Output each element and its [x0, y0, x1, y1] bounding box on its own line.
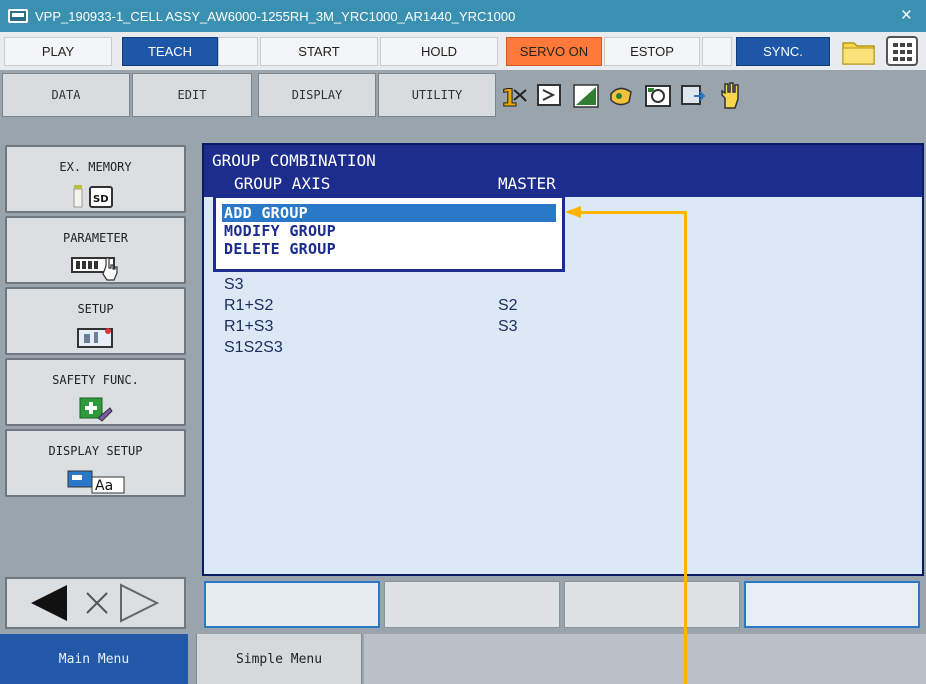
- callout-arrow-line: [580, 211, 687, 214]
- group-axis-cell[interactable]: R1+S2: [224, 297, 273, 315]
- simple-menu-tab[interactable]: Simple Menu: [196, 634, 362, 684]
- svg-text:Aa: Aa: [95, 478, 113, 494]
- safety-icon: [79, 397, 113, 422]
- data-menu[interactable]: DATA: [2, 73, 130, 117]
- next-arrow-icon[interactable]: [120, 583, 160, 623]
- parameter-button[interactable]: PARAMETER: [5, 216, 186, 284]
- status-box: [384, 581, 560, 628]
- safety-func-label: SAFETY FUNC.: [52, 373, 139, 387]
- hold-button[interactable]: HOLD: [380, 37, 498, 66]
- parameter-icon: [70, 257, 118, 281]
- status-box: [744, 581, 920, 628]
- status-box: [204, 581, 380, 628]
- keypad-icon[interactable]: [886, 36, 918, 66]
- popup-item-modify-group[interactable]: MODIFY GROUP: [224, 222, 336, 240]
- left-menu: EX. MEMORY SD PARAMETER SETUP SAFETY FUN…: [0, 140, 200, 634]
- coordinate-icon: [537, 84, 561, 106]
- group-axis-cell[interactable]: S1S2S3: [224, 339, 283, 357]
- mode-bar: PLAY TEACH START HOLD SERVO ON ESTOP SYN…: [0, 32, 926, 70]
- title-bar: VPP_190933-1_CELL ASSY_AW6000-1255RH_3M_…: [0, 0, 926, 32]
- play-button[interactable]: PLAY: [4, 37, 112, 66]
- group-axis-cell[interactable]: S3: [224, 276, 244, 294]
- folder-icon[interactable]: [842, 38, 876, 66]
- tool-icon: [610, 87, 632, 106]
- display-setup-label: DISPLAY SETUP: [48, 444, 143, 458]
- popup-item-delete-group[interactable]: DELETE GROUP: [224, 240, 336, 258]
- nav-arrows: [5, 577, 186, 629]
- ex-memory-label: EX. MEMORY: [59, 160, 132, 174]
- popup-menu: ADD GROUP MODIFY GROUP DELETE GROUP: [213, 195, 565, 272]
- axis-icon: 1: [501, 84, 527, 110]
- group-axis-cell[interactable]: R1+S3: [224, 318, 273, 336]
- display-setup-icon: Aa: [67, 470, 124, 494]
- frame-icon: [645, 85, 671, 107]
- main-menu-tab[interactable]: Main Menu: [0, 634, 188, 684]
- prev-arrow-icon[interactable]: [31, 585, 67, 621]
- teach-button[interactable]: TEACH: [122, 37, 218, 66]
- setup-button[interactable]: SETUP: [5, 287, 186, 355]
- setup-label: SETUP: [77, 302, 114, 316]
- nav-arrow-group: [31, 583, 160, 623]
- bottom-tab-bar: Main Menu Simple Menu: [0, 634, 926, 684]
- parameter-label: PARAMETER: [62, 231, 129, 245]
- close-button[interactable]: ×: [901, 5, 912, 27]
- setup-icon: [76, 328, 113, 348]
- master-cell[interactable]: S2: [498, 297, 518, 315]
- window-icon: [8, 9, 28, 23]
- popup-item-add-group[interactable]: ADD GROUP: [222, 204, 556, 222]
- servo-on-button[interactable]: SERVO ON: [506, 37, 602, 66]
- mode-spacer-2: [702, 37, 732, 66]
- master-cell[interactable]: S3: [498, 318, 518, 336]
- svg-text:1: 1: [501, 84, 518, 110]
- display-setup-button[interactable]: DISPLAY SETUP Aa: [5, 429, 186, 497]
- tab-bar-fill: [364, 634, 926, 684]
- hand-icon: [721, 82, 739, 109]
- callout-arrow-icon: [565, 206, 581, 218]
- utility-menu[interactable]: UTILITY: [378, 73, 496, 117]
- svg-text:SD: SD: [93, 194, 109, 205]
- column-header-group-axis: GROUP AXIS: [234, 174, 331, 193]
- status-icons: 1: [500, 74, 860, 114]
- column-header-master: MASTER: [498, 174, 556, 193]
- callout-arrow-line: [684, 578, 687, 684]
- estop-button[interactable]: ESTOP: [604, 37, 700, 66]
- status-row: [200, 578, 926, 634]
- start-button[interactable]: START: [260, 37, 378, 66]
- page-icon: [681, 85, 706, 105]
- speed-icon: [573, 84, 599, 108]
- window-title: VPP_190933-1_CELL ASSY_AW6000-1255RH_3M_…: [35, 8, 516, 24]
- edit-menu[interactable]: EDIT: [132, 73, 252, 117]
- ex-memory-button[interactable]: EX. MEMORY SD: [5, 145, 186, 213]
- status-box: [564, 581, 740, 628]
- panel-header: GROUP COMBINATION GROUP AXIS MASTER: [204, 145, 922, 197]
- menu-bar: DATA EDIT DISPLAY UTILITY 1: [0, 70, 926, 142]
- safety-func-button[interactable]: SAFETY FUNC.: [5, 358, 186, 426]
- display-menu[interactable]: DISPLAY: [258, 73, 376, 117]
- page-title: GROUP COMBINATION: [212, 151, 376, 170]
- mode-spacer-1: [218, 37, 258, 66]
- sync-button[interactable]: SYNC.: [736, 37, 830, 66]
- sd-card-icon: SD: [73, 185, 113, 208]
